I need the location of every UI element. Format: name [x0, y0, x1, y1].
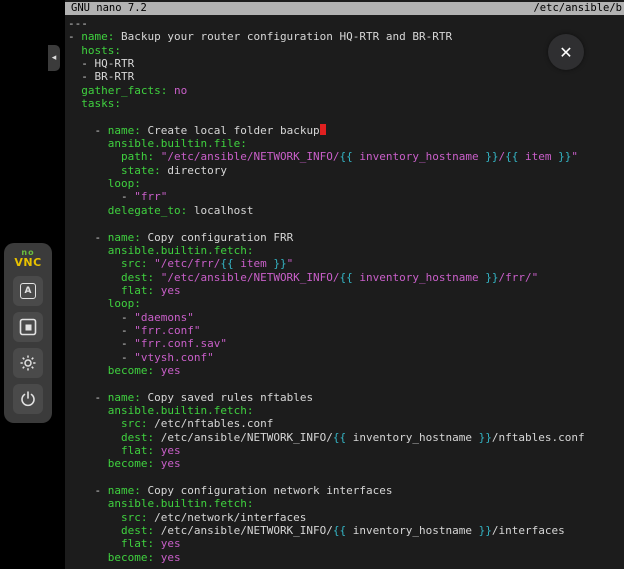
code-line: loop: [68, 177, 624, 190]
code-line [68, 110, 624, 123]
terminal-window[interactable]: GNU nano 7.2 /etc/ansible/b ---- name: B… [65, 0, 624, 569]
power-icon [19, 390, 37, 408]
code-line: ansible.builtin.file: [68, 137, 624, 150]
code-line: become: yes [68, 457, 624, 470]
nano-titlebar: GNU nano 7.2 /etc/ansible/b [65, 2, 624, 15]
code-line: ansible.builtin.fetch: [68, 497, 624, 510]
code-line: become: yes [68, 551, 624, 564]
code-line: - name: Copy configuration network inter… [68, 484, 624, 497]
close-icon: ✕ [559, 43, 572, 62]
code-line: - name: Backup your router configuration… [68, 30, 624, 43]
collapse-arrow-icon: ◂ [52, 53, 57, 63]
code-line: flat: yes [68, 444, 624, 457]
editor-content[interactable]: ---- name: Backup your router configurat… [65, 15, 624, 564]
code-line: delegate_to: localhost [68, 204, 624, 217]
nano-app-title: GNU nano 7.2 [71, 2, 147, 15]
fullscreen-button[interactable] [13, 312, 43, 342]
code-line: ansible.builtin.fetch: [68, 244, 624, 257]
power-button[interactable] [13, 384, 43, 414]
code-line: path: "/etc/ansible/NETWORK_INFO/{{ inve… [68, 150, 624, 163]
code-line: - "vtysh.conf" [68, 351, 624, 364]
close-button[interactable]: ✕ [548, 34, 584, 70]
vnc-control-bar: no VNC A [4, 243, 52, 423]
code-line: dest: "/etc/ansible/NETWORK_INFO/{{ inve… [68, 271, 624, 284]
code-line: - "daemons" [68, 311, 624, 324]
code-line: - "frr.conf" [68, 324, 624, 337]
novnc-logo-bottom: VNC [14, 258, 41, 268]
code-line: state: directory [68, 164, 624, 177]
code-line: - name: Copy configuration FRR [68, 231, 624, 244]
code-line: loop: [68, 297, 624, 310]
settings-button[interactable] [13, 348, 43, 378]
control-bar-handle[interactable]: ◂ [48, 45, 60, 71]
code-line [68, 377, 624, 390]
code-line: - "frr" [68, 190, 624, 203]
code-line: hosts: [68, 44, 624, 57]
code-line: dest: /etc/ansible/NETWORK_INFO/{{ inven… [68, 524, 624, 537]
code-line [68, 471, 624, 484]
clipboard-icon: A [20, 283, 36, 299]
code-line: ansible.builtin.fetch: [68, 404, 624, 417]
clipboard-button[interactable]: A [13, 276, 43, 306]
code-line: - HQ-RTR [68, 57, 624, 70]
code-line: --- [68, 17, 624, 30]
code-line: flat: yes [68, 284, 624, 297]
text-cursor [320, 124, 327, 135]
code-line: src: "/etc/frr/{{ item }}" [68, 257, 624, 270]
gear-icon [19, 354, 37, 372]
code-line [68, 217, 624, 230]
code-line: - name: Create local folder backup [68, 124, 624, 137]
code-line: flat: yes [68, 537, 624, 550]
code-line: src: /etc/nftables.conf [68, 417, 624, 430]
code-line: become: yes [68, 364, 624, 377]
code-line: dest: /etc/ansible/NETWORK_INFO/{{ inven… [68, 431, 624, 444]
code-line: gather_facts: no [68, 84, 624, 97]
code-line: - BR-RTR [68, 70, 624, 83]
fullscreen-icon [19, 318, 37, 336]
novnc-logo[interactable]: no VNC [14, 248, 41, 268]
code-line: - "frr.conf.sav" [68, 337, 624, 350]
code-line: src: /etc/network/interfaces [68, 511, 624, 524]
nano-file-path: /etc/ansible/b [533, 2, 622, 15]
code-line: - name: Copy saved rules nftables [68, 391, 624, 404]
code-line: tasks: [68, 97, 624, 110]
